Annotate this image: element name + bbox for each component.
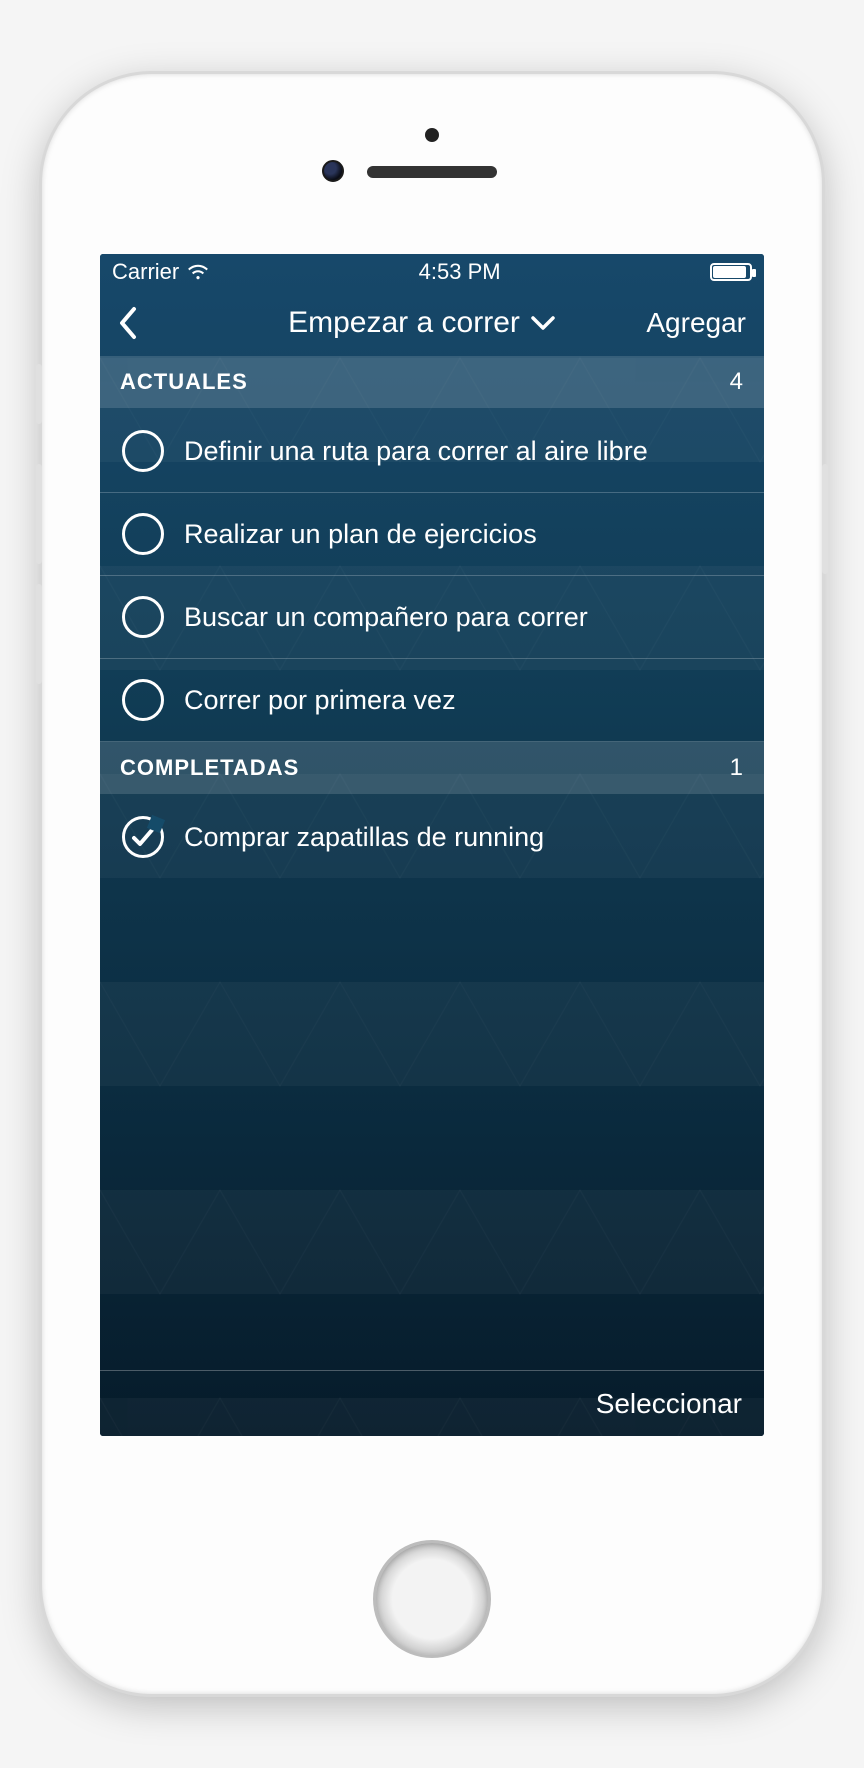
section-title-completed: COMPLETADAS — [120, 755, 299, 781]
section-header-current: ACTUALES 4 — [100, 356, 764, 408]
battery-fill — [713, 266, 746, 278]
status-bar: Carrier 4:53 PM — [100, 254, 764, 290]
mute-switch — [36, 364, 42, 424]
current-task-list: Definir una ruta para correr al aire lib… — [100, 408, 764, 742]
task-row[interactable]: Definir una ruta para correr al aire lib… — [100, 410, 764, 493]
chevron-left-icon — [118, 306, 138, 340]
proximity-sensor — [425, 128, 439, 142]
status-time: 4:53 PM — [419, 259, 501, 285]
task-row[interactable]: Comprar zapatillas de running — [100, 796, 764, 878]
back-button[interactable] — [118, 306, 228, 340]
app-content: Carrier 4:53 PM — [100, 254, 764, 1436]
status-left: Carrier — [112, 259, 209, 285]
volume-down-button — [36, 584, 42, 684]
wifi-icon — [187, 261, 209, 283]
unchecked-circle-icon[interactable] — [122, 430, 164, 472]
spacer — [100, 878, 764, 1370]
completed-task-list: Comprar zapatillas de running — [100, 794, 764, 878]
task-label: Correr por primera vez — [184, 685, 456, 716]
chevron-down-icon — [530, 314, 556, 332]
screen: Carrier 4:53 PM — [100, 254, 764, 1436]
carrier-label: Carrier — [112, 259, 179, 285]
task-label: Definir una ruta para correr al aire lib… — [184, 436, 648, 467]
speaker-grille — [367, 166, 497, 178]
home-button[interactable] — [373, 1540, 491, 1658]
nav-bar: Empezar a correr Agregar — [100, 290, 764, 356]
section-header-completed: COMPLETADAS 1 — [100, 742, 764, 794]
task-label: Comprar zapatillas de running — [184, 822, 544, 853]
battery-icon — [710, 263, 752, 281]
phone-frame: Carrier 4:53 PM — [42, 74, 822, 1694]
section-count-current: 4 — [730, 368, 744, 396]
task-row[interactable]: Correr por primera vez — [100, 659, 764, 742]
front-camera — [322, 160, 344, 182]
unchecked-circle-icon[interactable] — [122, 513, 164, 555]
nav-title-dropdown[interactable]: Empezar a correr — [228, 306, 616, 340]
bottom-bar: Seleccionar — [100, 1370, 764, 1436]
select-button[interactable]: Seleccionar — [596, 1388, 742, 1420]
task-row[interactable]: Realizar un plan de ejercicios — [100, 493, 764, 576]
checkmark-icon — [130, 824, 156, 850]
task-row[interactable]: Buscar un compañero para correr — [100, 576, 764, 659]
checked-circle-icon[interactable] — [122, 816, 164, 858]
status-right — [710, 263, 752, 281]
add-button[interactable]: Agregar — [616, 307, 746, 339]
section-title-current: ACTUALES — [120, 369, 248, 395]
volume-up-button — [36, 464, 42, 564]
unchecked-circle-icon[interactable] — [122, 596, 164, 638]
task-label: Realizar un plan de ejercicios — [184, 519, 537, 550]
unchecked-circle-icon[interactable] — [122, 679, 164, 721]
section-count-completed: 1 — [730, 754, 744, 782]
power-button — [822, 464, 828, 574]
nav-title-label: Empezar a correr — [288, 306, 520, 340]
task-label: Buscar un compañero para correr — [184, 602, 588, 633]
